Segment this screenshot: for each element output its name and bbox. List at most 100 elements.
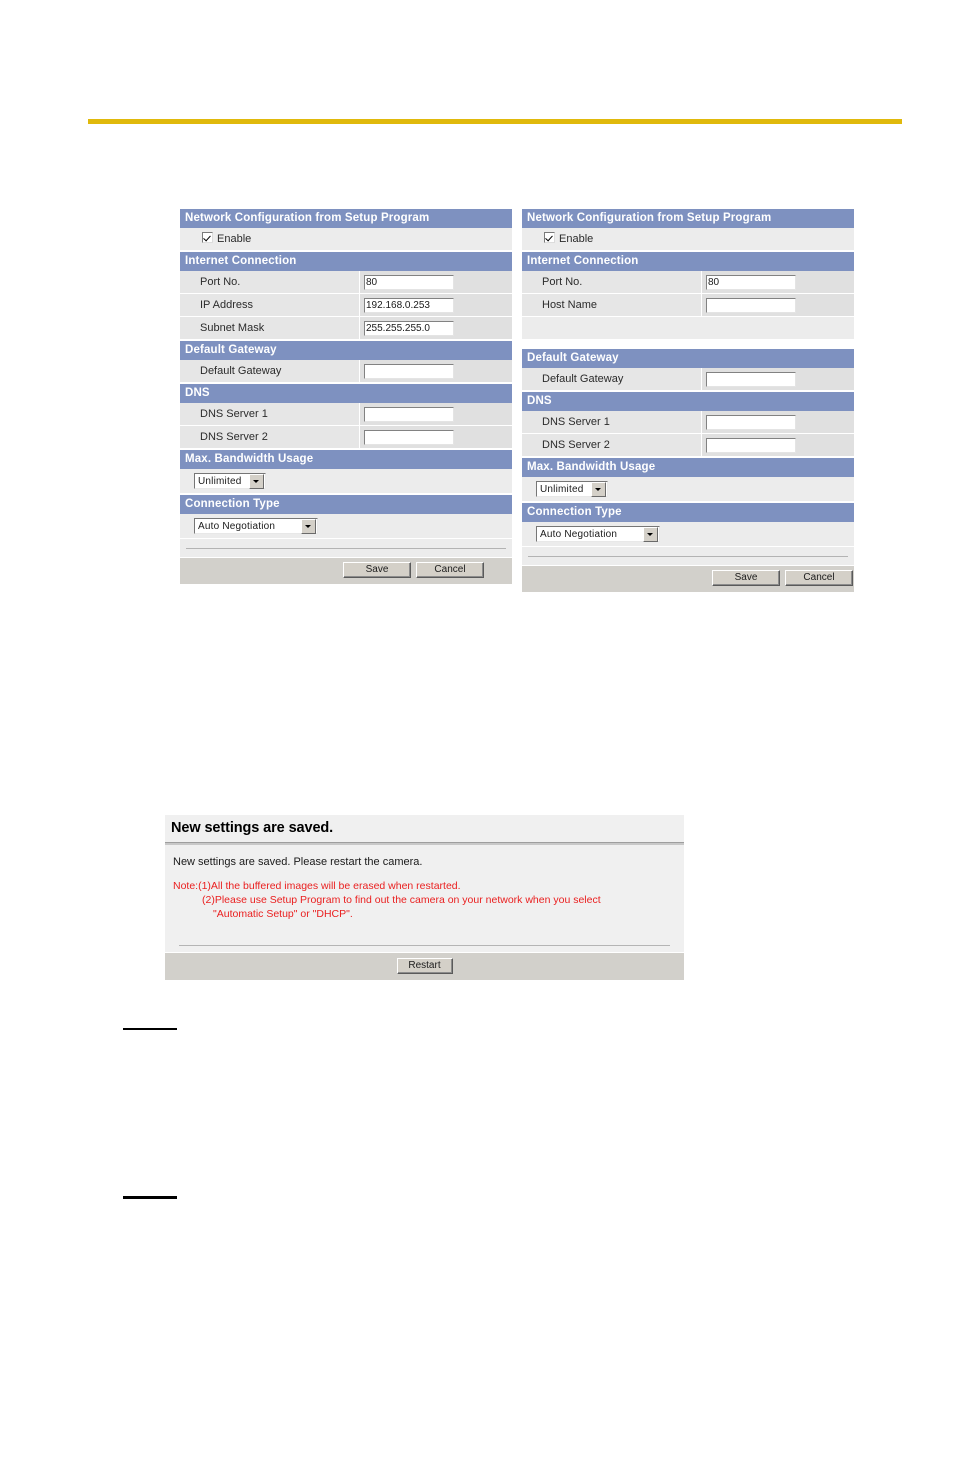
connection-type-row: Auto Negotiation	[180, 514, 512, 539]
value-ip-address: 192.168.0.253	[360, 294, 512, 316]
value-subnet-mask: 255.255.255.0	[360, 317, 512, 339]
section-header-network-config-setup: Network Configuration from Setup Program	[180, 209, 512, 228]
value-dns-server-1	[360, 403, 512, 425]
enable-label: Enable	[217, 233, 252, 245]
section-spacer	[522, 317, 854, 339]
field-row-port-no: Port No. 80	[180, 271, 512, 294]
section-header-network-config-setup: Network Configuration from Setup Program	[522, 209, 854, 228]
dialog-button-bar: Restart	[165, 952, 684, 980]
section-header-dns: DNS	[522, 391, 854, 411]
panel-button-bar: Save Cancel	[180, 557, 512, 584]
select-max-bandwidth-usage[interactable]: Unlimited	[536, 481, 608, 497]
input-dns-server-1[interactable]	[364, 406, 454, 422]
label-ip-address: IP Address	[180, 294, 360, 316]
dialog-note-line-2: (2)Please use Setup Program to find out …	[202, 894, 601, 906]
enable-setup-program-row[interactable]: Enable	[180, 228, 512, 251]
dialog-note-line-1: Note:(1)All the buffered images will be …	[173, 880, 461, 892]
label-dns-server-2: DNS Server 2	[180, 426, 360, 448]
section-header-dns: DNS	[180, 383, 512, 403]
save-button[interactable]: Save	[712, 570, 780, 586]
section-header-max-bandwidth-usage: Max. Bandwidth Usage	[522, 457, 854, 477]
value-port-no: 80	[702, 271, 854, 293]
settings-saved-dialog: New settings are saved. New settings are…	[165, 815, 684, 980]
label-dns-server-1: DNS Server 1	[522, 411, 702, 433]
section-header-default-gateway: Default Gateway	[522, 348, 854, 368]
input-port-no[interactable]: 80	[364, 274, 454, 290]
dialog-body: New settings are saved. Please restart t…	[165, 845, 684, 952]
checkbox-checked-icon[interactable]	[544, 232, 555, 243]
label-default-gateway: Default Gateway	[522, 368, 702, 390]
select-connection-type-value: Auto Negotiation	[540, 528, 618, 540]
input-dns-server-1[interactable]	[706, 414, 796, 430]
panel-divider	[522, 547, 854, 565]
select-max-bandwidth-usage[interactable]: Unlimited	[194, 473, 266, 489]
dialog-note-line-3: "Automatic Setup" or "DHCP".	[213, 908, 353, 920]
save-button[interactable]: Save	[343, 562, 411, 578]
field-row-dns-server-2: DNS Server 2	[522, 434, 854, 457]
select-connection-type[interactable]: Auto Negotiation	[194, 518, 318, 534]
connection-type-row: Auto Negotiation	[522, 522, 854, 547]
max-bandwidth-row: Unlimited	[522, 477, 854, 502]
chevron-down-icon[interactable]	[249, 473, 264, 489]
label-port-no: Port No.	[522, 271, 702, 293]
label-host-name: Host Name	[522, 294, 702, 316]
dhcp-config-panel: Network Configuration from Setup Program…	[522, 209, 854, 592]
enable-setup-program-row[interactable]: Enable	[522, 228, 854, 251]
field-row-port-no: Port No. 80	[522, 271, 854, 294]
section-header-internet-connection: Internet Connection	[180, 251, 512, 271]
field-row-default-gateway: Default Gateway	[522, 368, 854, 391]
chevron-down-icon[interactable]	[591, 481, 606, 497]
field-row-default-gateway: Default Gateway	[180, 360, 512, 383]
input-port-no[interactable]: 80	[706, 274, 796, 290]
text-underline-rule-1	[123, 1028, 177, 1030]
label-default-gateway: Default Gateway	[180, 360, 360, 382]
panel-button-bar: Save Cancel	[522, 565, 854, 592]
value-dns-server-2	[702, 434, 854, 456]
input-default-gateway[interactable]	[706, 371, 796, 387]
input-dns-server-2[interactable]	[706, 437, 796, 453]
checkbox-checked-icon[interactable]	[202, 232, 213, 243]
select-max-bandwidth-value: Unlimited	[540, 483, 584, 495]
select-connection-type[interactable]: Auto Negotiation	[536, 526, 660, 542]
cancel-button[interactable]: Cancel	[416, 562, 484, 578]
label-dns-server-2: DNS Server 2	[522, 434, 702, 456]
section-header-connection-type: Connection Type	[522, 502, 854, 522]
field-row-subnet-mask: Subnet Mask 255.255.255.0	[180, 317, 512, 340]
top-accent-rule	[88, 119, 902, 124]
input-host-name[interactable]	[706, 297, 796, 313]
value-dns-server-2	[360, 426, 512, 448]
chevron-down-icon[interactable]	[301, 518, 316, 534]
value-default-gateway	[702, 368, 854, 390]
static-ip-config-panel: Network Configuration from Setup Program…	[180, 209, 512, 584]
value-host-name	[702, 294, 854, 316]
label-dns-server-1: DNS Server 1	[180, 403, 360, 425]
input-default-gateway[interactable]	[364, 363, 454, 379]
dialog-divider	[179, 945, 670, 946]
value-dns-server-1	[702, 411, 854, 433]
section-header-max-bandwidth-usage: Max. Bandwidth Usage	[180, 449, 512, 469]
max-bandwidth-row: Unlimited	[180, 469, 512, 494]
value-port-no: 80	[360, 271, 512, 293]
input-dns-server-2[interactable]	[364, 429, 454, 445]
dialog-note: Note:(1)All the buffered images will be …	[173, 879, 676, 921]
panel-gap	[522, 339, 854, 348]
field-row-dns-server-1: DNS Server 1	[180, 403, 512, 426]
field-row-dns-server-2: DNS Server 2	[180, 426, 512, 449]
label-subnet-mask: Subnet Mask	[180, 317, 360, 339]
restart-button[interactable]: Restart	[396, 958, 453, 974]
chevron-down-icon[interactable]	[643, 526, 658, 542]
section-header-connection-type: Connection Type	[180, 494, 512, 514]
input-ip-address[interactable]: 192.168.0.253	[364, 297, 454, 313]
text-underline-rule-2	[123, 1196, 177, 1199]
enable-label: Enable	[559, 233, 594, 245]
field-row-host-name: Host Name	[522, 294, 854, 317]
panel-divider	[180, 539, 512, 557]
select-connection-type-value: Auto Negotiation	[198, 520, 276, 532]
label-port-no: Port No.	[180, 271, 360, 293]
field-row-ip-address: IP Address 192.168.0.253	[180, 294, 512, 317]
cancel-button[interactable]: Cancel	[785, 570, 853, 586]
section-header-internet-connection: Internet Connection	[522, 251, 854, 271]
select-max-bandwidth-value: Unlimited	[198, 475, 242, 487]
value-default-gateway	[360, 360, 512, 382]
input-subnet-mask[interactable]: 255.255.255.0	[364, 320, 454, 336]
